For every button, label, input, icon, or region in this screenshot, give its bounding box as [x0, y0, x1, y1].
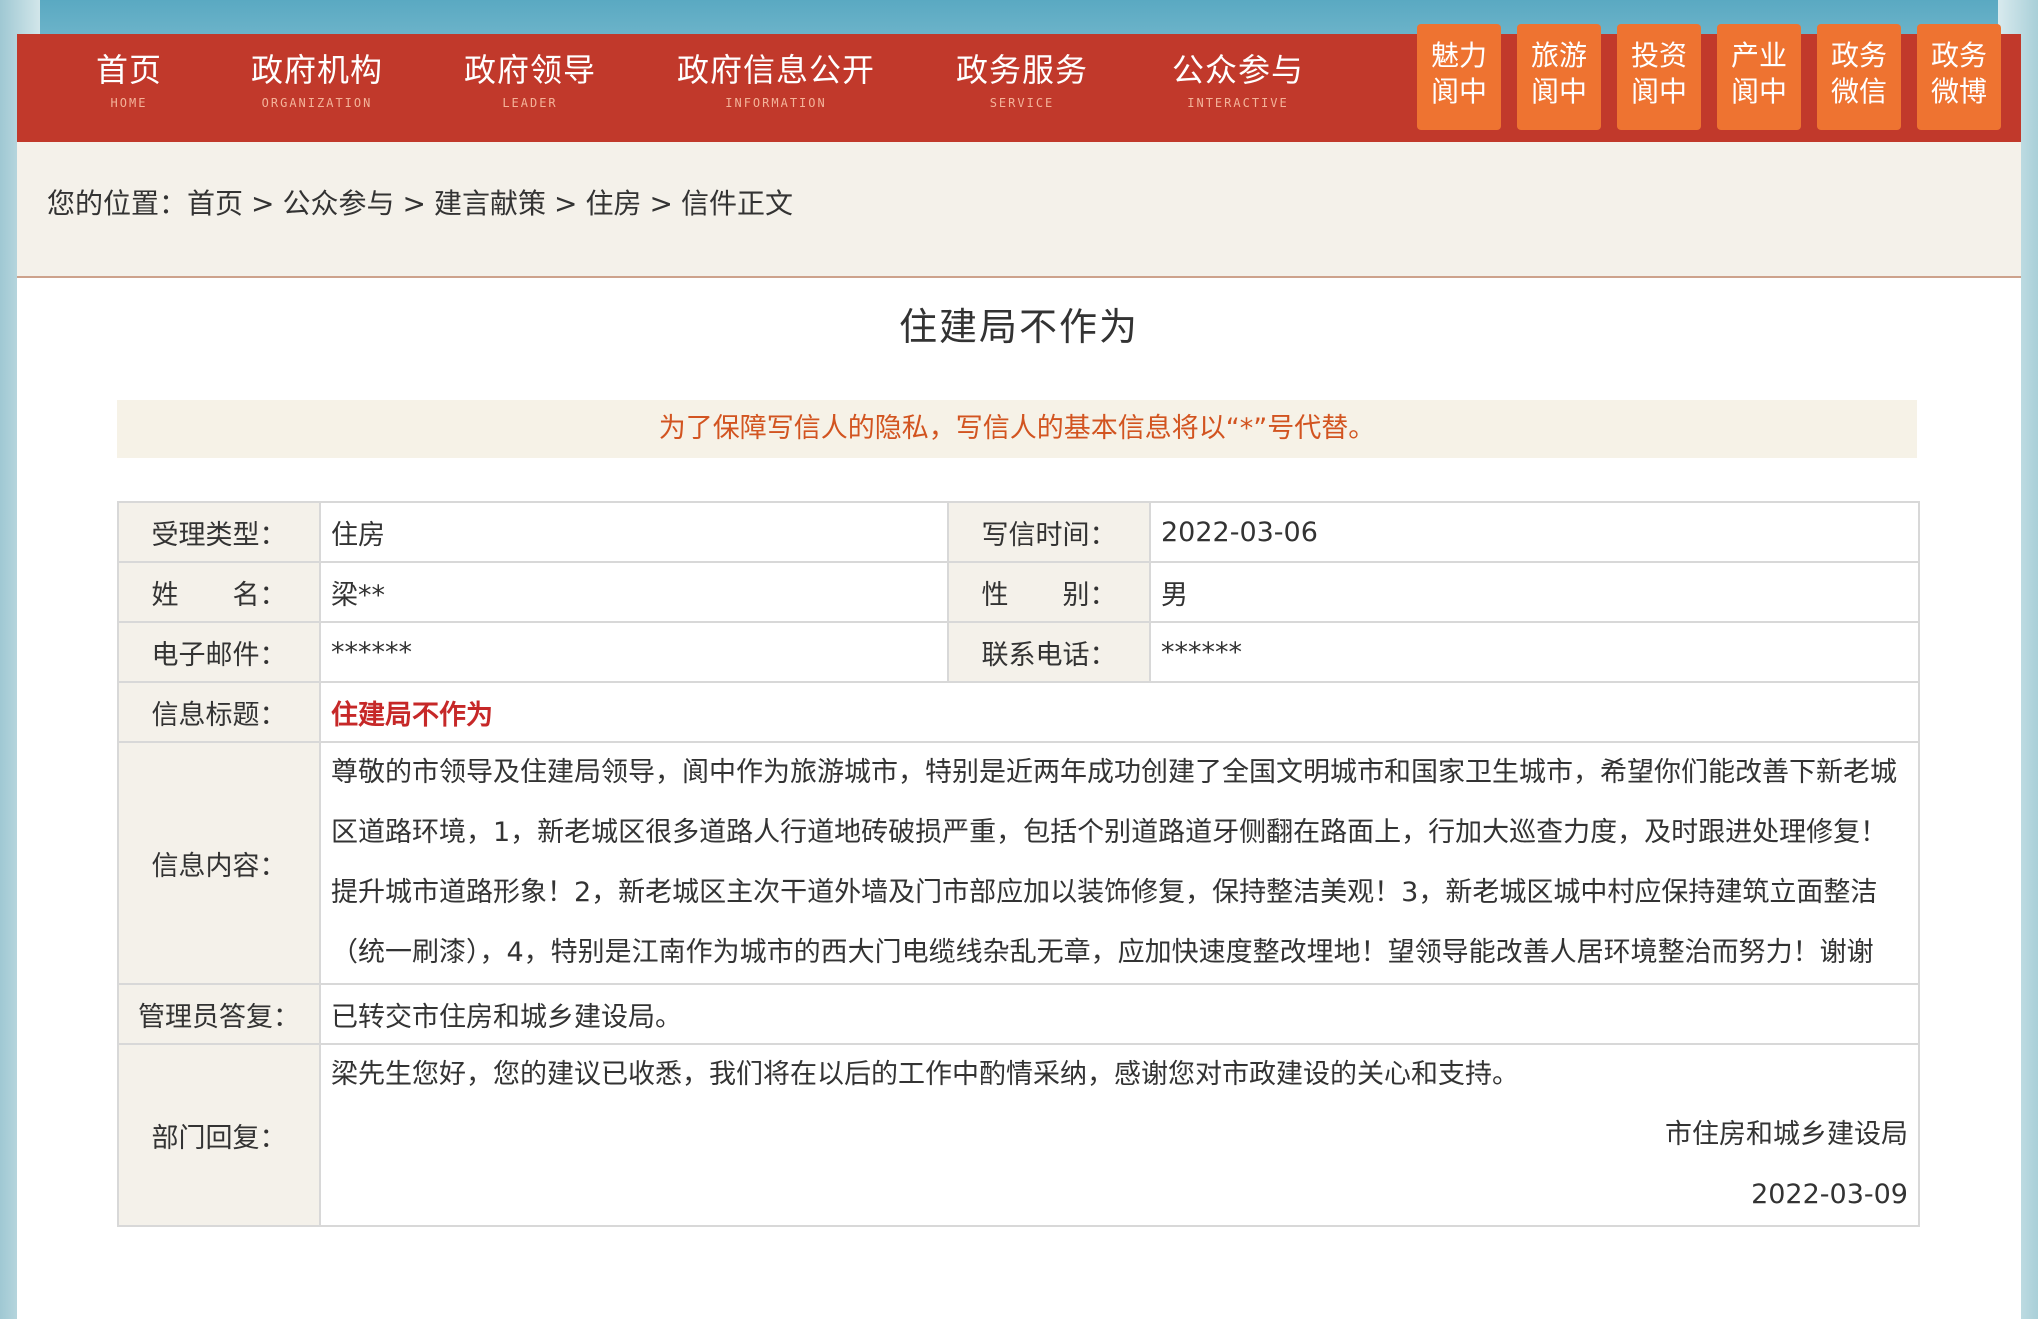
- main-nav: 首页 HOME 政府机构 ORGANIZATION 政府领导 LEADER 政府…: [17, 24, 2021, 142]
- dept-reply-date: 2022-03-09: [1751, 1179, 1908, 1210]
- dept-reply-text: 梁先生您好，您的建议已收悉，我们将在以后的工作中酌情采纳，感谢您对市政建设的关心…: [331, 1059, 1519, 1090]
- nav-label: 政务服务: [955, 51, 1088, 89]
- breadcrumb-separator: >: [251, 187, 275, 220]
- side-button-investment[interactable]: 投资 阆中: [1617, 24, 1701, 130]
- nav-item-information[interactable]: 政府信息公开 INFORMATION: [651, 50, 901, 110]
- dept-reply-cell: 梁先生您好，您的建议已收悉，我们将在以后的工作中酌情采纳，感谢您对市政建设的关心…: [319, 1043, 1920, 1227]
- table-row: 电子邮件： ****** 联系电话： ******: [117, 621, 1920, 683]
- side-button-line2: 阆中: [1730, 75, 1787, 108]
- page-title: 住建局不作为: [898, 305, 1139, 349]
- side-button-tourism[interactable]: 旅游 阆中: [1517, 24, 1601, 130]
- table-row: 信息标题： 住建局不作为: [117, 681, 1920, 743]
- nav-sublabel: INTERACTIVE: [1187, 96, 1289, 110]
- nav-label: 政府机构: [250, 51, 383, 89]
- nav-item-home[interactable]: 首页 HOME: [59, 50, 199, 110]
- phone-label: 联系电话：: [947, 621, 1151, 683]
- privacy-notice: 为了保障写信人的隐私，写信人的基本信息将以“*”号代替。: [117, 400, 1917, 458]
- subject-label: 信息标题：: [117, 681, 321, 743]
- nav-sublabel: INFORMATION: [725, 96, 827, 110]
- nav-sublabel: SERVICE: [989, 96, 1055, 110]
- breadcrumb-current: 信件正文: [680, 187, 793, 220]
- time-value: 2022-03-06: [1149, 501, 1920, 563]
- time-label: 写信时间：: [947, 501, 1151, 563]
- breadcrumb-line: 您的位置：首页 > 公众参与 > 建言献策 > 住房 > 信件正文: [47, 182, 793, 222]
- dept-reply-signature: 市住房和城乡建设局: [1665, 1119, 1908, 1150]
- type-value: 住房: [319, 501, 949, 563]
- side-button-line1: 魅力: [1430, 39, 1487, 72]
- admin-reply-label: 管理员答复：: [117, 983, 321, 1045]
- subject-value: 住建局不作为: [319, 681, 1920, 743]
- side-button-line1: 政务: [1930, 39, 1987, 72]
- side-button-line2: 微博: [1930, 75, 1987, 108]
- name-label: 姓 名：: [117, 561, 321, 623]
- side-button-line1: 旅游: [1530, 39, 1587, 72]
- breadcrumb: 您的位置：首页 > 公众参与 > 建言献策 > 住房 > 信件正文: [17, 142, 2021, 278]
- name-value: 梁**: [319, 561, 949, 623]
- breadcrumb-prefix: 您的位置：: [47, 187, 188, 220]
- nav-label: 公众参与: [1171, 51, 1304, 89]
- breadcrumb-separator: >: [554, 187, 578, 220]
- gender-label: 性 别：: [947, 561, 1151, 623]
- nav-item-organization[interactable]: 政府机构 ORGANIZATION: [217, 50, 417, 110]
- nav-item-service[interactable]: 政务服务 SERVICE: [927, 50, 1117, 110]
- content-label: 信息内容：: [117, 741, 321, 985]
- breadcrumb-separator: >: [649, 187, 673, 220]
- nav-label: 政府信息公开: [676, 51, 875, 89]
- type-label: 受理类型：: [117, 501, 321, 563]
- side-button-line1: 政务: [1830, 39, 1887, 72]
- nav-item-interactive[interactable]: 公众参与 INTERACTIVE: [1143, 50, 1333, 110]
- side-button-line1: 产业: [1730, 39, 1787, 72]
- side-button-charm[interactable]: 魅力 阆中: [1417, 24, 1501, 130]
- breadcrumb-link-participation[interactable]: 公众参与: [283, 187, 395, 220]
- page-frame: 首页 HOME 政府机构 ORGANIZATION 政府领导 LEADER 政府…: [17, 24, 2021, 1319]
- phone-value: ******: [1149, 621, 1920, 683]
- email-label: 电子邮件：: [117, 621, 321, 683]
- table-row: 信息内容： 尊敬的市领导及住建局领导，阆中作为旅游城市，特别是近两年成功创建了全…: [117, 741, 1920, 985]
- side-button-line2: 微信: [1830, 75, 1887, 108]
- letter-table: 受理类型： 住房 写信时间： 2022-03-06 姓 名： 梁** 性 别： …: [117, 501, 1920, 1227]
- breadcrumb-link-housing[interactable]: 住房: [585, 187, 641, 220]
- nav-label: 首页: [95, 51, 162, 89]
- table-row: 部门回复： 梁先生您好，您的建议已收悉，我们将在以后的工作中酌情采纳，感谢您对市…: [117, 1043, 1920, 1227]
- dept-reply-label: 部门回复：: [117, 1043, 321, 1227]
- breadcrumb-link-home[interactable]: 首页: [187, 187, 243, 220]
- admin-reply-value: 已转交市住房和城乡建设局。: [319, 983, 1920, 1045]
- breadcrumb-separator: >: [402, 187, 426, 220]
- side-button-line2: 阆中: [1430, 75, 1487, 108]
- email-value: ******: [319, 621, 949, 683]
- table-row: 受理类型： 住房 写信时间： 2022-03-06: [117, 501, 1920, 563]
- nav-sublabel: HOME: [110, 96, 148, 110]
- side-button-line2: 阆中: [1630, 75, 1687, 108]
- table-row: 管理员答复： 已转交市住房和城乡建设局。: [117, 983, 1920, 1045]
- gender-value: 男: [1149, 561, 1920, 623]
- nav-sublabel: LEADER: [502, 96, 558, 110]
- nav-sublabel: ORGANIZATION: [261, 96, 373, 110]
- side-button-weibo[interactable]: 政务 微博: [1917, 24, 2001, 130]
- side-button-industry[interactable]: 产业 阆中: [1717, 24, 1801, 130]
- nav-label: 政府领导: [463, 51, 596, 89]
- content-value: 尊敬的市领导及住建局领导，阆中作为旅游城市，特别是近两年成功创建了全国文明城市和…: [319, 741, 1920, 985]
- side-button-line1: 投资: [1630, 39, 1687, 72]
- nav-item-leader[interactable]: 政府领导 LEADER: [435, 50, 625, 110]
- side-button-line2: 阆中: [1530, 75, 1587, 108]
- table-row: 姓 名： 梁** 性 别： 男: [117, 561, 1920, 623]
- side-button-wechat[interactable]: 政务 微信: [1817, 24, 1901, 130]
- breadcrumb-link-suggestions[interactable]: 建言献策: [434, 187, 546, 220]
